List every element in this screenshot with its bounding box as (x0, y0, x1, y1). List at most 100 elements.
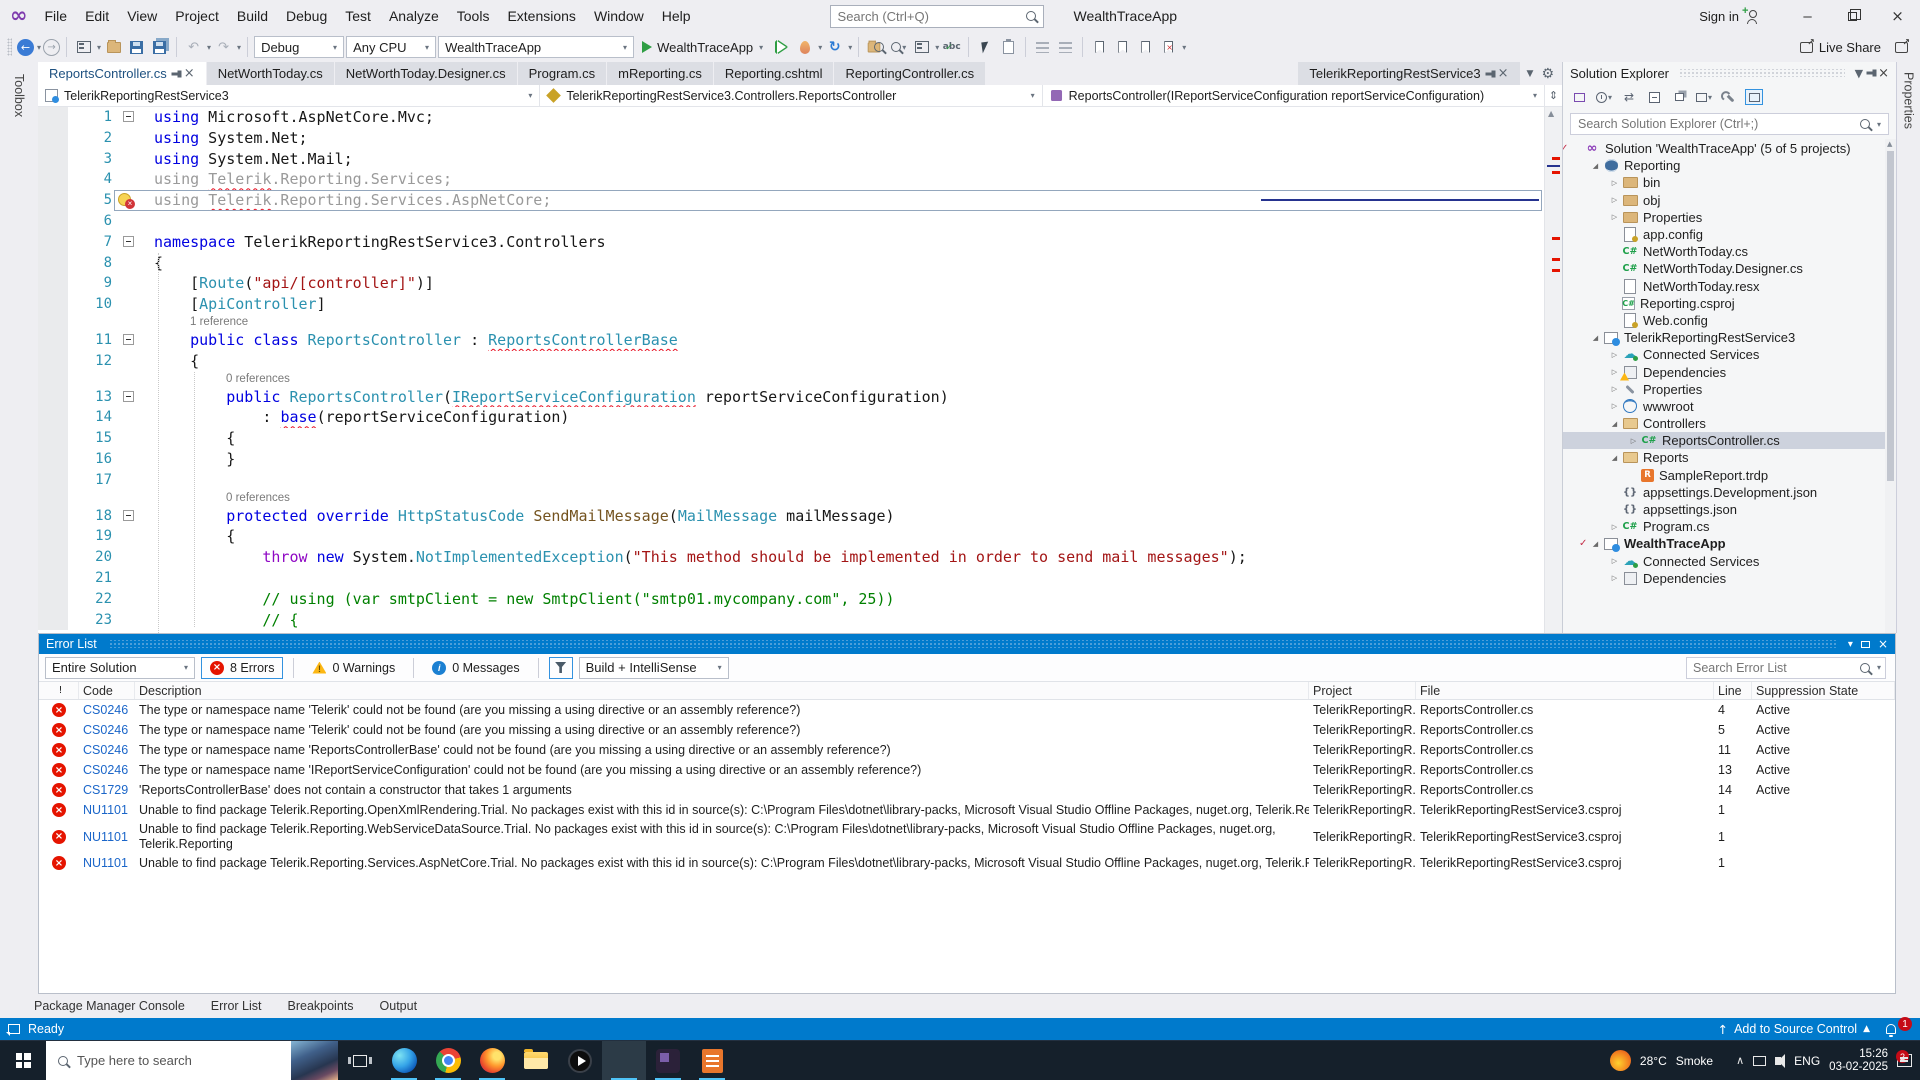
filter-dropdown-icon[interactable]: ▾ (1695, 89, 1713, 105)
close-icon[interactable]: × (184, 67, 195, 80)
tree-item-reporting-csproj[interactable]: C#Reporting.csproj (1563, 295, 1896, 312)
error-row-7[interactable]: ×NU1101Unable to find package Telerik.Re… (39, 820, 1895, 853)
collapse-all-icon[interactable] (1645, 89, 1663, 105)
pending-changes-filter-icon[interactable]: ▾ (1595, 89, 1613, 105)
column-header-project[interactable]: Project (1309, 682, 1416, 699)
tab-program-cs[interactable]: Program.cs (518, 62, 606, 85)
panel-tab-error-list[interactable]: Error List (211, 999, 262, 1013)
menu-analyze[interactable]: Analyze (380, 0, 448, 32)
undo-icon[interactable]: ↶ (183, 37, 204, 58)
error-code[interactable]: NU1101 (79, 803, 135, 817)
column-header-line[interactable]: Line (1714, 682, 1752, 699)
panel-tab-breakpoints[interactable]: Breakpoints (288, 999, 354, 1013)
redo-dropdown-icon[interactable]: ▾ (237, 43, 241, 52)
tree-item-reportscontroller-cs[interactable]: ▷C#ReportsController.cs (1563, 432, 1896, 449)
weather-desc[interactable]: Smoke (1676, 1054, 1713, 1068)
code-line-19[interactable]: 19 { (38, 526, 1562, 547)
solution-explorer-search-input[interactable] (1578, 117, 1854, 131)
solution-windows-icon[interactable] (911, 37, 932, 58)
codelens-references[interactable]: 0 references (226, 372, 290, 387)
expander-icon[interactable]: ▷ (1607, 385, 1622, 393)
code-line-12[interactable]: 12 { (38, 351, 1562, 372)
tree-item-web-config[interactable]: Web.config (1563, 312, 1896, 329)
notification-bell-icon[interactable] (1886, 1024, 1896, 1034)
fold-collapse-icon[interactable] (123, 510, 134, 521)
sync-with-active-document-icon[interactable]: ⇄ (1620, 89, 1638, 105)
solution-explorer-search[interactable]: ▾ (1570, 113, 1889, 135)
solution-windows-dropdown-icon[interactable]: ▾ (935, 43, 939, 52)
weather-temp[interactable]: 28°C (1640, 1054, 1667, 1068)
source-dropdown[interactable]: Build + IntelliSense▾ (579, 657, 729, 679)
expander-icon[interactable]: ◢ (1588, 162, 1603, 170)
expander-icon[interactable]: ◢ (1588, 540, 1603, 548)
quick-actions-error-icon[interactable] (118, 193, 131, 206)
configuration-dropdown[interactable]: Debug▾ (254, 36, 344, 58)
toolbar-grip[interactable] (7, 38, 12, 56)
menu-window[interactable]: Window (585, 0, 653, 32)
expander-icon[interactable]: ▷ (1607, 574, 1622, 582)
tree-item-connected-services[interactable]: ▷☁Connected Services (1563, 553, 1896, 570)
menu-debug[interactable]: Debug (277, 0, 336, 32)
code-line-17[interactable]: 17 (38, 470, 1562, 491)
column-header-description[interactable]: Description (135, 682, 1309, 699)
menu-extensions[interactable]: Extensions (498, 0, 584, 32)
error-list-search-input[interactable] (1693, 661, 1854, 675)
tree-item-bin[interactable]: ▷bin (1563, 174, 1896, 191)
platform-dropdown[interactable]: Any CPU▾ (346, 36, 436, 58)
tree-item-program-cs[interactable]: ▷C#Program.cs (1563, 518, 1896, 535)
tree-scrollbar[interactable] (1885, 139, 1896, 633)
code-line-6[interactable]: 6 (38, 211, 1562, 232)
code-editor[interactable]: 1using Microsoft.AspNetCore.Mvc;2using S… (38, 107, 1562, 633)
save-icon[interactable] (126, 37, 147, 58)
code-line-23[interactable]: 23 // { (38, 610, 1562, 631)
error-code[interactable]: CS1729 (79, 783, 135, 797)
hot-reload-icon[interactable] (794, 37, 815, 58)
tree-item-properties[interactable]: ▷Properties (1563, 209, 1896, 226)
taskbar-code-editor[interactable] (646, 1041, 690, 1080)
navigate-back-icon[interactable]: ← (17, 39, 34, 56)
tree-item-dependencies[interactable]: ▷Dependencies (1563, 363, 1896, 380)
taskbar-media-player[interactable] (558, 1041, 602, 1080)
code-line-14[interactable]: 14 : base(reportServiceConfiguration) (38, 407, 1562, 428)
start-without-debugging-icon[interactable] (771, 37, 792, 58)
expander-icon[interactable]: ▷ (1607, 557, 1622, 565)
restart-icon[interactable]: ↻ (824, 37, 845, 58)
messages-filter-button[interactable]: i0 Messages (424, 657, 527, 679)
error-list-search[interactable]: ▾ (1686, 657, 1886, 679)
undo-dropdown-icon[interactable]: ▾ (207, 43, 211, 52)
editor-vertical-scrollbar[interactable] (1544, 107, 1562, 633)
pin-icon[interactable] (171, 72, 179, 75)
navigate-forward-icon[interactable]: → (43, 39, 60, 56)
warnings-filter-button[interactable]: !0 Warnings (304, 657, 403, 679)
panel-tab-output[interactable]: Output (380, 999, 418, 1013)
tree-item-samplereport-trdp[interactable]: RSampleReport.trdp (1563, 467, 1896, 484)
start-debugging-button[interactable]: WealthTraceApp ▾ (636, 35, 769, 59)
taskbar-explorer[interactable] (514, 1041, 558, 1080)
code-line-4[interactable]: 4using Telerik.Reporting.Services; (38, 169, 1562, 190)
menu-test[interactable]: Test (336, 0, 380, 32)
errors-filter-button[interactable]: ×8 Errors (201, 657, 283, 679)
expander-icon[interactable]: ▷ (1607, 213, 1622, 221)
find-in-files-icon[interactable] (865, 37, 886, 58)
tab-mreporting-cs[interactable]: mReporting.cs (607, 62, 713, 85)
tab-networthtoday-cs[interactable]: NetWorthToday.cs (207, 62, 334, 85)
type-dropdown[interactable]: TelerikReportingRestService3.Controllers… (540, 85, 1042, 106)
toolbox-tab[interactable]: Toolbox (12, 74, 26, 117)
tree-item-controllers[interactable]: ◢Controllers (1563, 415, 1896, 432)
gear-icon[interactable]: ⚙ (1539, 66, 1562, 82)
weather-icon[interactable] (1610, 1050, 1631, 1071)
source-control-dropdown-icon[interactable]: ▲ (1863, 1024, 1870, 1034)
menu-view[interactable]: View (118, 0, 166, 32)
tab-reporting-cshtml[interactable]: Reporting.cshtml (714, 62, 834, 85)
taskbar-edge[interactable] (382, 1041, 426, 1080)
tree-item-networthtoday-resx[interactable]: NetWorthToday.resx (1563, 278, 1896, 295)
tree-item-wwwroot[interactable]: ▷wwwroot (1563, 398, 1896, 415)
restart-dropdown-icon[interactable]: ▾ (848, 43, 852, 52)
error-row-4[interactable]: ×CS0246The type or namespace name 'IRepo… (39, 760, 1895, 780)
error-code[interactable]: CS0246 (79, 763, 135, 777)
expander-icon[interactable]: ▷ (1607, 368, 1622, 376)
expander-icon[interactable]: ▷ (1607, 402, 1622, 410)
menu-build[interactable]: Build (228, 0, 277, 32)
tree-item-reporting[interactable]: ◢Reporting (1563, 157, 1896, 174)
start-button[interactable] (0, 1041, 46, 1080)
